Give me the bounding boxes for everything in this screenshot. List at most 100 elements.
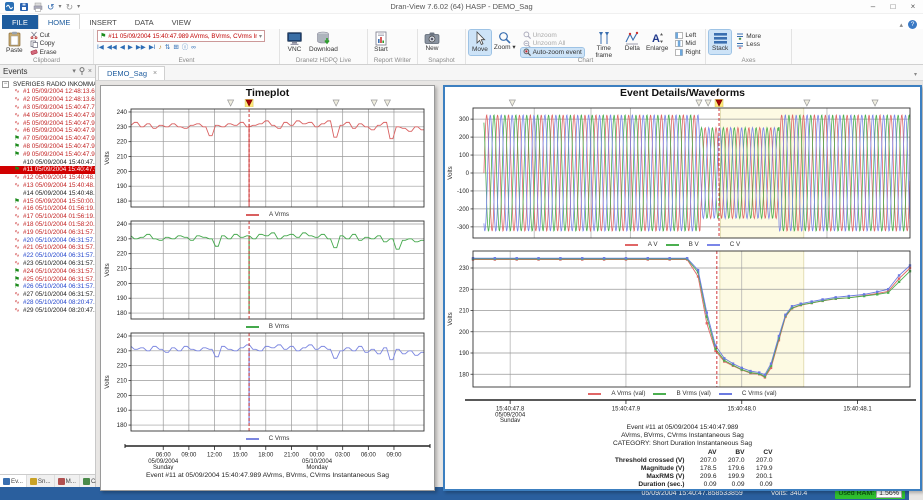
rms-chart[interactable]: 180 190 200 210 220 230 Volts [445,249,920,389]
tab-menu-icon[interactable]: ▾ [914,71,917,78]
erase-button[interactable]: Erase [28,48,59,57]
axis-mid-button[interactable]: Mid [673,40,702,49]
axis-left-button[interactable]: Left [673,31,702,40]
forward-event-button[interactable]: ▶▶ [136,44,146,52]
stack-button[interactable]: Stack [707,29,733,55]
sidebar-tab-sn[interactable]: Sn... [27,475,55,487]
app-icon[interactable] [4,1,15,12]
first-event-button[interactable]: I◀ [97,44,104,52]
minimize-button[interactable]: – [863,0,883,13]
copy-button[interactable]: Copy [28,40,59,49]
app-window: ↺ ▾ ↻ ▾ Dran-View 7.6.02 (64) HASP - DEM… [0,0,923,500]
sidebar-tab-m[interactable]: M... [55,475,80,487]
vnc-button[interactable]: VNC [283,30,306,55]
tree-expander-icon[interactable]: − [2,80,9,88]
enlarge-button[interactable]: A Enlarge [643,30,671,54]
group-axes: Stack More Less Axes [706,29,792,64]
event-list-item[interactable]: ∿ #18 05/10/2004 01:58:20.00 [0,221,95,229]
event-list-item[interactable]: ∿ #21 05/10/2004 06:31:57.78 [0,244,95,252]
more-axes-button[interactable]: More [734,32,763,41]
timeplot-panel[interactable]: Timeplot 180 190 200 210 220 230 240 Volts A Vrm… [100,85,435,491]
events-tree-root[interactable]: − SVERIGES RADIO INKOMMAND [0,80,95,88]
event-list-item[interactable]: ∿ #6 05/09/2004 15:40:47.980 [0,127,95,135]
panel-close-icon[interactable]: × [88,68,92,75]
tab-data[interactable]: DATA [126,15,163,29]
event-list-item[interactable]: ∿ #12 05/09/2004 15:40:48.0 [0,174,95,182]
event-list-item[interactable]: ∿ #4 05/09/2004 15:40:47.980 [0,111,95,119]
pin-icon[interactable] [79,67,85,75]
document-tab-close-icon[interactable]: × [153,70,157,77]
close-button[interactable]: × [903,0,923,13]
event-list-item[interactable]: ⚑ #9 05/09/2004 15:40:47.985 [0,150,95,158]
zoom-button[interactable]: Zoom ▾ [491,30,519,53]
event-list-item[interactable]: ∿ #16 05/10/2004 01:56:19.79 [0,205,95,213]
download-button[interactable]: Download [306,30,341,55]
qat-menu-icon[interactable]: ▾ [77,3,80,10]
event-list-item[interactable]: ∿ #27 05/10/2004 06:31:57.82 [0,291,95,299]
next-event-button[interactable]: ▶ [128,44,133,52]
axis-right-button[interactable]: Right [673,48,702,57]
event-details-panel[interactable]: Event Details/Waveforms 300 200 100 0 -100 -2… [443,85,922,491]
event-list-item[interactable]: ∿ #22 05/10/2004 06:31:57.78 [0,252,95,260]
event-list-item[interactable]: ∿ #13 05/09/2004 15:40:48.1 [0,182,95,190]
unzoom-button[interactable]: Unzoom [521,31,584,40]
event-sort-icon[interactable]: ⇅ [165,44,170,52]
undo-dropdown-icon[interactable]: ▾ [59,3,62,10]
wave-icon: ∿ [14,127,20,135]
event-list-item[interactable]: ⚑ #24 05/10/2004 06:31:57.82 [0,267,95,275]
tab-view[interactable]: VIEW [163,15,200,29]
event-list-item[interactable]: ∿ #19 05/10/2004 06:31:57.59 [0,228,95,236]
event-list-item[interactable]: ∿ #1 05/09/2004 12:48:13.620 [0,88,95,96]
undo-icon[interactable]: ↺ [47,2,55,12]
document-tab[interactable]: DEMO_Sag × [98,66,166,80]
waveform-event-markers[interactable] [445,99,920,107]
help-icon[interactable]: ? [908,20,917,29]
move-button[interactable]: Move [468,29,492,56]
event-info-icon[interactable]: ⓘ [182,44,189,52]
maximize-button[interactable]: □ [883,0,903,13]
event-selector[interactable]: ⚑ #11 05/09/2004 15:40:47.989 AVrms, BVr… [97,30,265,42]
collapse-ribbon-icon[interactable]: ▴ [899,21,903,29]
redo-icon[interactable]: ↻ [66,2,74,12]
last-event-button[interactable]: ▶I [149,44,156,52]
event-list-item[interactable]: ⚑ #7 05/09/2004 15:40:47.985 [0,135,95,143]
event-list-item[interactable]: ∿ #20 05/10/2004 06:31:57.77 [0,236,95,244]
event-list-item[interactable]: ∿ #2 05/09/2004 12:48:13.624 [0,96,95,104]
unzoom-all-button[interactable]: Unzoom All [521,40,584,49]
start-report-button[interactable]: Start [371,30,391,55]
event-list-item[interactable]: #10 05/09/2004 15:40:47.97 [0,158,95,166]
file-tab[interactable]: FILE [2,15,38,29]
event-find-icon[interactable]: ∞ [191,44,196,52]
event-list-item[interactable]: ⚑#11 05/09/2004 15:40:47.989 [0,165,95,174]
rewind-event-button[interactable]: ◀◀ [107,44,117,52]
timeplot-event-markers[interactable] [101,99,434,107]
event-list-item[interactable]: ∿ #28 05/10/2004 08:20:47.35 [0,299,95,307]
event-note-icon[interactable]: ♪ [159,44,162,52]
event-list-item[interactable]: ⚑ #25 05/10/2004 06:31:57.82 [0,275,95,283]
event-list-item[interactable]: ∿ #17 05/10/2004 01:56:19.96 [0,213,95,221]
event-list-item[interactable]: ∿ #29 05/10/2004 08:20:47.36 [0,306,95,314]
delta-button[interactable]: Delta [622,30,643,54]
panel-dropdown-icon[interactable]: ▾ [72,67,76,75]
tab-insert[interactable]: INSERT [80,15,125,29]
event-list-item[interactable]: ⚑ #8 05/09/2004 15:40:47.985 [0,143,95,151]
event-list-item[interactable]: ∿ #5 05/09/2004 15:40:47.980 [0,119,95,127]
save-icon[interactable] [19,2,29,12]
auto-zoom-event-button[interactable]: Auto-zoom event [519,47,585,58]
event-list-item[interactable]: ∿ #3 05/09/2004 15:40:47.771 [0,104,95,112]
less-axes-button[interactable]: Less [734,41,763,50]
waveform-chart[interactable]: 300 200 100 0 -100 -200 -300 Volts [445,107,920,240]
tab-home[interactable]: HOME [37,14,81,29]
event-list-item[interactable]: ⚑ #15 05/09/2004 15:50:00.89 [0,197,95,205]
paste-button[interactable]: Paste [3,30,26,56]
prev-event-button[interactable]: ◀ [120,44,125,52]
event-list-item[interactable]: ∿ #23 05/10/2004 06:31:57.80 [0,260,95,268]
print-icon[interactable] [33,2,43,12]
event-tree-icon[interactable]: ⊞ [173,44,178,52]
new-snapshot-button[interactable]: New [421,30,443,54]
timeplot-charts[interactable]: 180 190 200 210 220 230 240 Volts A Vrms 180 190 20… [101,107,434,443]
event-list-item[interactable]: #14 05/09/2004 15:40:48.50 [0,189,95,197]
cut-button[interactable]: Cut [28,31,59,40]
sidebar-tab-ev[interactable]: Ev... [0,475,27,487]
event-list-item[interactable]: ⚑ #26 05/10/2004 06:31:57.82 [0,283,95,291]
